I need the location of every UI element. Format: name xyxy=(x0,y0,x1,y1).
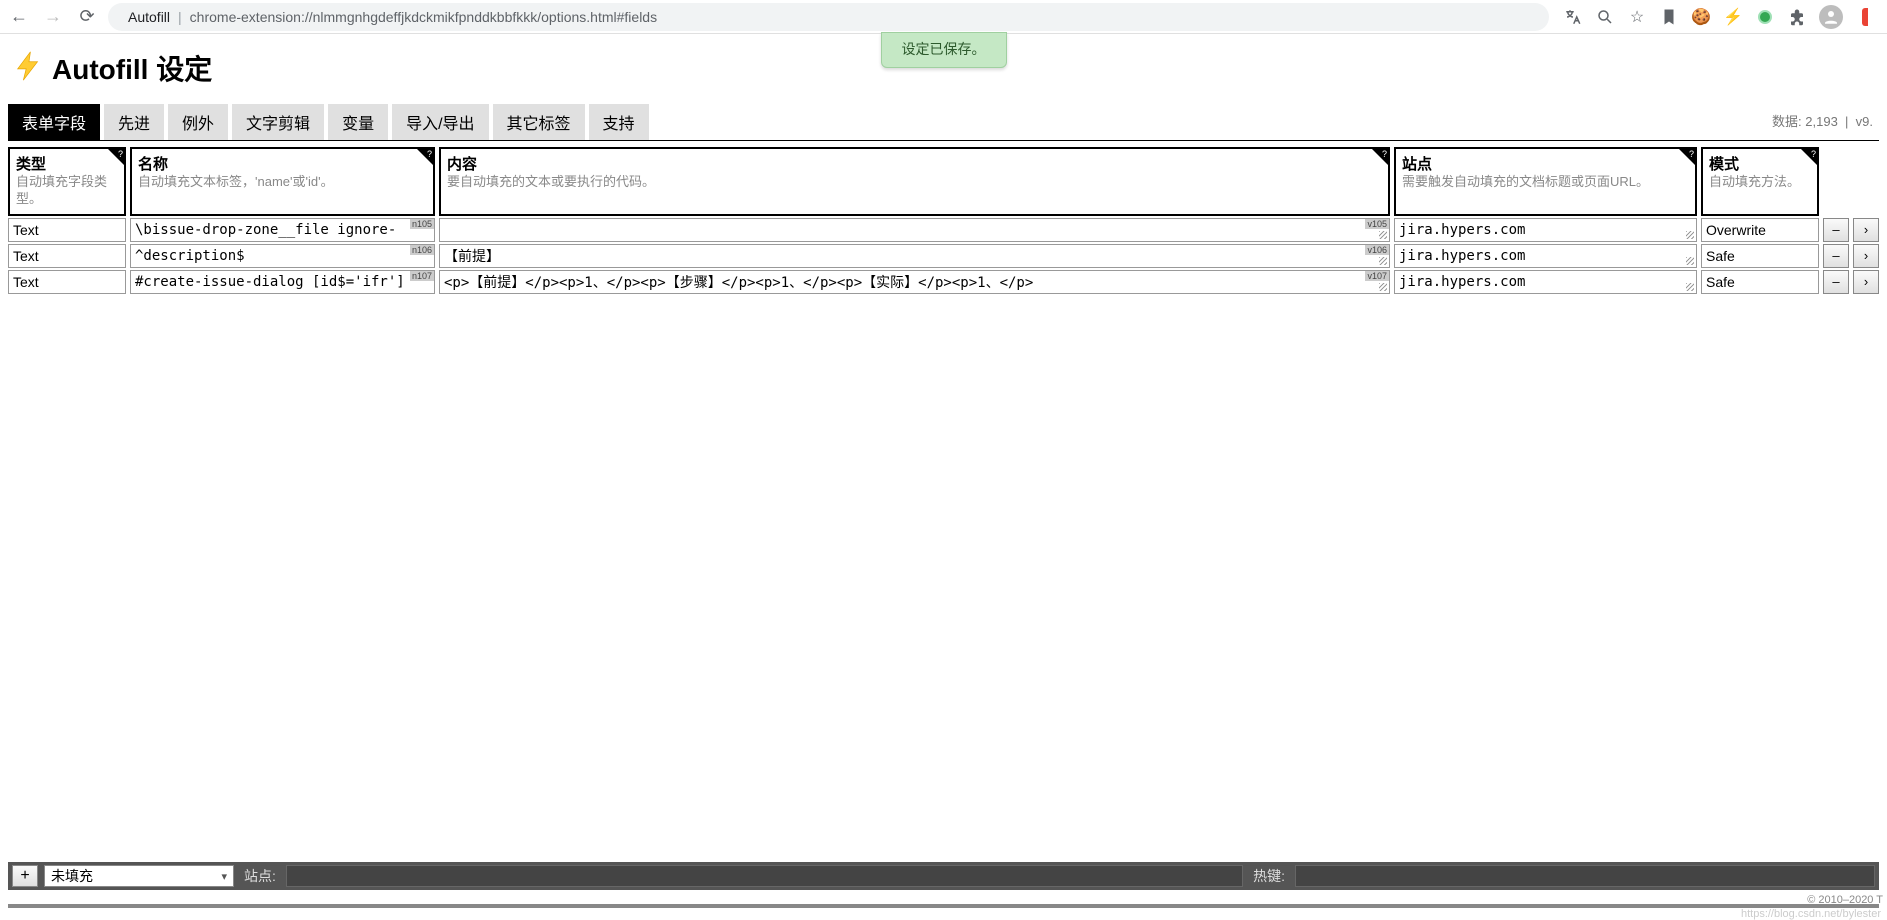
name-badge: n106 xyxy=(410,245,434,255)
name-badge: n107 xyxy=(410,271,434,281)
site-input[interactable]: jira.hypers.com xyxy=(1394,244,1697,268)
url-text: chrome-extension://nlmmgnhgdeffjkdckmikf… xyxy=(190,9,657,25)
move-row-button[interactable]: › xyxy=(1853,270,1879,294)
type-select[interactable]: Text xyxy=(8,218,126,242)
bookmark-ext-icon[interactable] xyxy=(1659,7,1679,27)
translate-icon[interactable] xyxy=(1563,7,1583,27)
copyright: © 2010–2020 T xyxy=(1807,894,1883,906)
move-row-button[interactable]: › xyxy=(1853,244,1879,268)
name-input[interactable]: ^description$n106 xyxy=(130,244,435,268)
profile-select[interactable]: 未填充 xyxy=(44,865,234,887)
bolt-icon xyxy=(12,49,46,88)
url-separator: | xyxy=(178,9,182,25)
resize-handle[interactable] xyxy=(1686,283,1694,291)
tab-variables[interactable]: 变量 xyxy=(328,104,388,140)
green-dot-ext-icon[interactable] xyxy=(1755,7,1775,27)
autofill-ext-icon[interactable]: ⚡ xyxy=(1723,7,1743,27)
name-badge: n105 xyxy=(410,219,434,229)
saved-toast: 设定已保存。 xyxy=(881,32,1007,68)
resize-handle[interactable] xyxy=(1379,257,1387,265)
col-header-mode: 模式 自动填充方法。 xyxy=(1701,147,1819,216)
back-button[interactable]: ← xyxy=(6,4,32,30)
extensions-icon[interactable] xyxy=(1787,7,1807,27)
help-icon[interactable] xyxy=(1801,149,1817,165)
table-row: Text#create-issue-dialog [id$='ifr']n107… xyxy=(8,270,1879,294)
resize-handle[interactable] xyxy=(1379,283,1387,291)
mode-select[interactable]: Safe xyxy=(1701,270,1819,294)
delete-row-button[interactable]: – xyxy=(1823,218,1849,242)
address-bar[interactable]: Autofill | chrome-extension://nlmmgnhgde… xyxy=(108,3,1549,31)
table-row: Text^description$n106【前提】v106jira.hypers… xyxy=(8,244,1879,268)
tab-import-export[interactable]: 导入/导出 xyxy=(392,104,488,140)
browser-action-icons: ☆ 🍪 ⚡ xyxy=(1557,5,1881,29)
forward-button[interactable]: → xyxy=(40,4,66,30)
tab-other[interactable]: 其它标签 xyxy=(493,104,585,140)
help-icon[interactable] xyxy=(417,149,433,165)
red-edge-indicator xyxy=(1855,7,1875,27)
value-badge: v107 xyxy=(1365,271,1389,281)
page-title: Autofill 设定 xyxy=(52,48,212,88)
browser-toolbar: ← → ⟳ Autofill | chrome-extension://nlmm… xyxy=(0,0,1887,34)
value-badge: v105 xyxy=(1365,219,1389,229)
move-row-button[interactable]: › xyxy=(1853,218,1879,242)
type-select[interactable]: Text xyxy=(8,244,126,268)
col-header-site: 站点 需要触发自动填充的文档标题或页面URL。 xyxy=(1394,147,1697,216)
tab-exceptions[interactable]: 例外 xyxy=(168,104,228,140)
help-icon[interactable] xyxy=(1372,149,1388,165)
col-header-type: 类型 自动填充字段类型。 xyxy=(8,147,126,216)
resize-handle[interactable] xyxy=(1686,257,1694,265)
delete-row-button[interactable]: – xyxy=(1823,244,1849,268)
tab-support[interactable]: 支持 xyxy=(589,104,649,140)
value-input[interactable]: <p>【前提】</p><p>1、</p><p>【步骤】</p><p>1、</p>… xyxy=(439,270,1390,294)
profile-avatar[interactable] xyxy=(1819,5,1843,29)
reload-button[interactable]: ⟳ xyxy=(74,4,100,30)
site-input[interactable]: jira.hypers.com xyxy=(1394,270,1697,294)
footer-site-label: 站点: xyxy=(240,866,280,886)
name-input[interactable]: \bissue-drop-zone__file ignore-n105 xyxy=(130,218,435,242)
help-icon[interactable] xyxy=(1679,149,1695,165)
type-select[interactable]: Text xyxy=(8,270,126,294)
tab-advanced[interactable]: 先进 xyxy=(104,104,164,140)
zoom-icon[interactable] xyxy=(1595,7,1615,27)
value-input[interactable]: v105 xyxy=(439,218,1390,242)
col-header-value: 内容 要自动填充的文本或要执行的代码。 xyxy=(439,147,1390,216)
tab-form-fields[interactable]: 表单字段 xyxy=(8,104,100,140)
resize-handle[interactable] xyxy=(1379,231,1387,239)
url-extension-name: Autofill xyxy=(128,9,170,25)
mode-select[interactable]: Overwrite xyxy=(1701,218,1819,242)
resize-handle[interactable] xyxy=(1686,231,1694,239)
footer-bar: + 未填充 站点: 热键: xyxy=(8,862,1879,890)
column-headers: 类型 自动填充字段类型。 名称 自动填充文本标签，'name'或'id'。 内容… xyxy=(8,147,1879,216)
watermark: https://blog.csdn.net/bylester xyxy=(1741,908,1881,920)
value-input[interactable]: 【前提】v106 xyxy=(439,244,1390,268)
data-count: 数据: 2,193 | v9. xyxy=(1772,111,1879,134)
site-input[interactable]: jira.hypers.com xyxy=(1394,218,1697,242)
value-badge: v106 xyxy=(1365,245,1389,255)
star-icon[interactable]: ☆ xyxy=(1627,7,1647,27)
help-icon[interactable] xyxy=(108,149,124,165)
col-header-name: 名称 自动填充文本标签，'name'或'id'。 xyxy=(130,147,435,216)
footer-site-input[interactable] xyxy=(286,865,1243,887)
footer-hotkey-label: 热键: xyxy=(1249,866,1289,886)
tabs: 表单字段 先进 例外 文字剪辑 变量 导入/导出 其它标签 支持 xyxy=(8,104,1772,140)
add-rule-button[interactable]: + xyxy=(12,865,38,887)
delete-row-button[interactable]: – xyxy=(1823,270,1849,294)
mode-select[interactable]: Safe xyxy=(1701,244,1819,268)
rules-table-body: Text\bissue-drop-zone__file ignore-n105v… xyxy=(8,218,1879,294)
table-row: Text\bissue-drop-zone__file ignore-n105 v… xyxy=(8,218,1879,242)
footer-hotkey-input[interactable] xyxy=(1295,865,1875,887)
footer-divider xyxy=(8,904,1879,908)
cookie-ext-icon[interactable]: 🍪 xyxy=(1691,7,1711,27)
name-input[interactable]: #create-issue-dialog [id$='ifr']n107 xyxy=(130,270,435,294)
tab-text-clips[interactable]: 文字剪辑 xyxy=(232,104,324,140)
